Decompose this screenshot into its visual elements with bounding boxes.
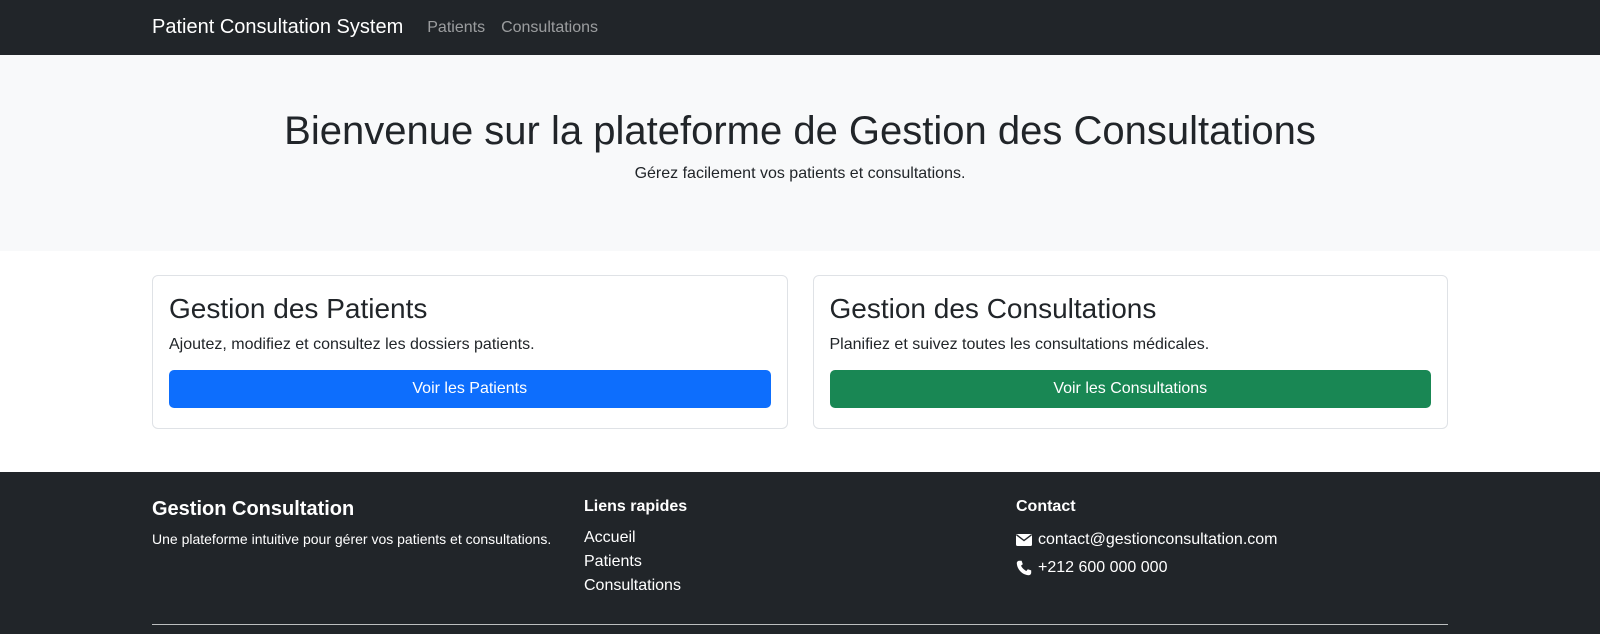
footer-link-consultations[interactable]: Consultations: [584, 574, 1016, 598]
hero-title: Bienvenue sur la plateforme de Gestion d…: [284, 109, 1316, 153]
navbar-container: Patient Consultation System Patients Con…: [152, 16, 1448, 39]
footer-link-patients[interactable]: Patients: [584, 550, 1016, 574]
footer-contact-title: Contact: [1016, 498, 1076, 515]
patients-card-text: Ajoutez, modifiez et consultez les dossi…: [169, 335, 535, 353]
phone-icon: [1016, 560, 1032, 576]
patients-card-title: Gestion des Patients: [169, 293, 428, 324]
view-consultations-button[interactable]: Voir les Consultations: [829, 369, 1431, 408]
footer-about: Gestion Consultation Une plateforme intu…: [152, 498, 584, 634]
footer-links-title: Liens rapides: [584, 498, 688, 515]
nav-link-consultations[interactable]: Consultations: [501, 19, 598, 37]
footer-link-home[interactable]: Accueil: [584, 526, 1016, 550]
navbar-brand[interactable]: Patient Consultation System: [152, 16, 403, 39]
top-navbar: Patient Consultation System Patients Con…: [0, 0, 1600, 55]
footer-links: Liens rapides Accueil Patients Consultat…: [584, 498, 1016, 634]
hero-subtitle: Gérez facilement vos patients et consult…: [634, 165, 966, 182]
hero-section: Bienvenue sur la plateforme de Gestion d…: [0, 55, 1600, 251]
cards-section: Gestion des Patients Ajoutez, modifiez e…: [152, 251, 1448, 472]
consultations-card-title: Gestion des Consultations: [829, 293, 1157, 324]
footer-about-text: Une plateforme intuitive pour gérer vos …: [152, 531, 552, 547]
contact-phone: +212 600 000 000: [1016, 554, 1448, 582]
consultations-card: Gestion des Consultations Planifiez et s…: [812, 275, 1448, 429]
contact-phone-text[interactable]: +212 600 000 000: [1038, 554, 1167, 582]
footer-container: Gestion Consultation Une plateforme intu…: [152, 472, 1448, 634]
patients-card: Gestion des Patients Ajoutez, modifiez e…: [152, 275, 788, 429]
contact-email: contact@gestionconsultation.com: [1016, 526, 1448, 554]
consultations-card-text: Planifiez et suivez toutes les consultat…: [829, 335, 1210, 353]
nav-link-patients[interactable]: Patients: [427, 19, 485, 37]
contact-email-text[interactable]: contact@gestionconsultation.com: [1038, 526, 1277, 554]
footer-contact: Contact contact@gestionconsultation.com …: [1016, 498, 1448, 634]
view-patients-button[interactable]: Voir les Patients: [169, 369, 771, 408]
footer-divider: [152, 624, 1448, 625]
footer-about-title: Gestion Consultation: [152, 498, 355, 520]
envelope-icon: [1016, 534, 1032, 546]
footer: Gestion Consultation Une plateforme intu…: [0, 472, 1600, 634]
